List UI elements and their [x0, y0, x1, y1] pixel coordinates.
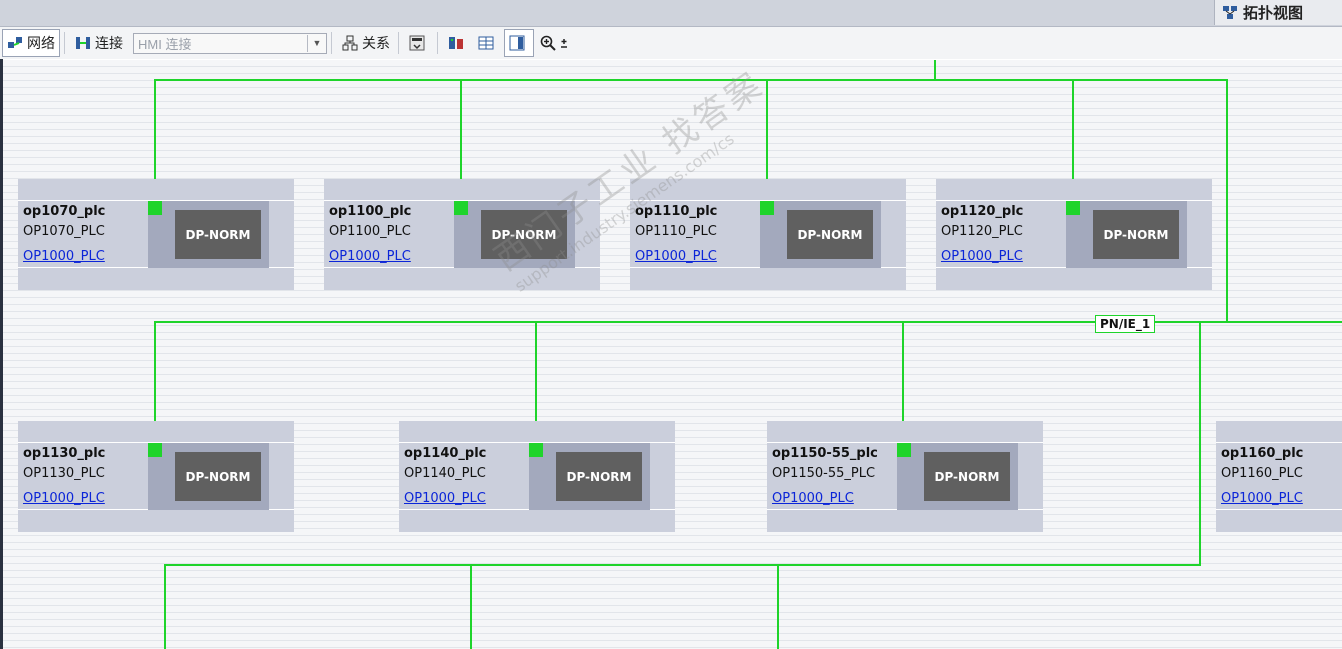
toolbar-separator: [331, 32, 332, 54]
device-layout-button[interactable]: [444, 30, 472, 56]
zoom-dropdown-icon[interactable]: [560, 35, 568, 51]
card-divider: [1216, 509, 1342, 510]
overview-panel-button[interactable]: [504, 29, 534, 57]
dp-norm-label: DP-NORM: [556, 452, 642, 501]
connection-icon: [75, 35, 91, 51]
interface-module[interactable]: DP-NORM: [529, 443, 650, 510]
interface-module[interactable]: DP-NORM: [897, 443, 1018, 510]
network-line: [1199, 321, 1201, 566]
connection-button[interactable]: 连接: [71, 30, 127, 56]
device-name: op1120_plc: [941, 204, 1024, 219]
dp-norm-label: DP-NORM: [924, 452, 1010, 501]
device-name: op1070_plc: [23, 204, 106, 219]
dp-norm-label: DP-NORM: [175, 210, 261, 259]
relation-button[interactable]: 关系: [338, 30, 394, 56]
connection-label: 连接: [95, 35, 123, 51]
toolbar-separator: [398, 32, 399, 54]
device-card[interactable]: op1110_plc OP1110_PLC OP1000_PLC DP-NORM: [630, 179, 906, 290]
network-line: [154, 79, 1228, 81]
device-master-link[interactable]: OP1000_PLC: [23, 249, 105, 264]
network-line: [164, 564, 166, 649]
device-master-link[interactable]: OP1000_PLC: [23, 491, 105, 506]
relation-icon: [342, 35, 358, 51]
dp-norm-label: DP-NORM: [1093, 210, 1179, 259]
profinet-port[interactable]: [148, 201, 162, 215]
relation-label: 关系: [362, 35, 390, 51]
dp-norm-label: DP-NORM: [175, 452, 261, 501]
topology-view-tab[interactable]: 拓扑视图: [1214, 0, 1342, 25]
connection-type-select[interactable]: HMI 连接 ▼: [133, 32, 327, 54]
device-card[interactable]: op1150-55_plc OP1150-55_PLC OP1000_PLC D…: [767, 421, 1043, 532]
interface-module[interactable]: DP-NORM: [454, 201, 575, 268]
device-name: op1100_plc: [329, 204, 412, 219]
profinet-port[interactable]: [897, 443, 911, 457]
device-type: OP1130_PLC: [23, 466, 105, 481]
device-card[interactable]: op1140_plc OP1140_PLC OP1000_PLC DP-NORM: [399, 421, 675, 532]
profinet-port[interactable]: [148, 443, 162, 457]
device-master-link[interactable]: OP1000_PLC: [329, 249, 411, 264]
device-name: op1110_plc: [635, 204, 718, 219]
device-card[interactable]: op1120_plc OP1120_PLC OP1000_PLC DP-NORM: [936, 179, 1212, 290]
device-card[interactable]: op1160_plc OP1160_PLC OP1000_PLC: [1216, 421, 1342, 532]
device-type: OP1070_PLC: [23, 224, 105, 239]
network-line: [154, 321, 1342, 323]
table-view-button[interactable]: [474, 30, 502, 56]
device-card[interactable]: op1070_plc OP1070_PLC OP1000_PLC DP-NORM: [18, 179, 294, 290]
device-type: OP1120_PLC: [941, 224, 1023, 239]
zoom-button[interactable]: [536, 30, 576, 56]
network-icon: [7, 35, 23, 51]
show-names-button[interactable]: [405, 30, 433, 56]
interface-module[interactable]: DP-NORM: [760, 201, 881, 268]
device-master-link[interactable]: OP1000_PLC: [404, 491, 486, 506]
device-type: OP1110_PLC: [635, 224, 717, 239]
view-tab-label: 拓扑视图: [1243, 4, 1304, 22]
zoom-in-icon: [540, 35, 556, 51]
profinet-port[interactable]: [760, 201, 774, 215]
device-master-link[interactable]: OP1000_PLC: [941, 249, 1023, 264]
device-name: op1160_plc: [1221, 446, 1304, 461]
connection-type-value: HMI 连接: [138, 36, 192, 52]
device-card[interactable]: op1130_plc OP1130_PLC OP1000_PLC DP-NORM: [18, 421, 294, 532]
device-name: op1130_plc: [23, 446, 106, 461]
profinet-port[interactable]: [454, 201, 468, 215]
toolbar: 网络 连接 HMI 连接 ▼ 关系: [0, 27, 1342, 59]
network-line: [934, 60, 936, 80]
dp-norm-label: DP-NORM: [787, 210, 873, 259]
dp-norm-label: DP-NORM: [481, 210, 567, 259]
device-type: OP1100_PLC: [329, 224, 411, 239]
device-card[interactable]: op1100_plc OP1100_PLC OP1000_PLC DP-NORM: [324, 179, 600, 290]
device-master-link[interactable]: OP1000_PLC: [772, 491, 854, 506]
device-master-link[interactable]: OP1000_PLC: [1221, 491, 1303, 506]
network-line: [1226, 79, 1228, 323]
subnet-label[interactable]: PN/IE_1: [1095, 315, 1156, 333]
network-line: [777, 564, 779, 649]
interface-module[interactable]: DP-NORM: [148, 201, 269, 268]
device-master-link[interactable]: OP1000_PLC: [635, 249, 717, 264]
chevron-down-icon[interactable]: ▼: [307, 34, 326, 52]
interface-module[interactable]: DP-NORM: [148, 443, 269, 510]
device-name: op1140_plc: [404, 446, 487, 461]
topology-view-icon: [1223, 5, 1237, 20]
network-line: [164, 564, 1201, 566]
network-label: 网络: [27, 35, 55, 51]
panel-icon: [509, 35, 525, 51]
device-type: OP1140_PLC: [404, 466, 486, 481]
table-icon: [478, 35, 494, 51]
toolbar-separator: [64, 32, 65, 54]
profinet-port[interactable]: [1066, 201, 1080, 215]
profinet-port[interactable]: [529, 443, 543, 457]
card-divider: [1216, 442, 1342, 443]
device-type: OP1160_PLC: [1221, 466, 1303, 481]
device-name: op1150-55_plc: [772, 446, 878, 461]
topology-canvas[interactable]: PN/IE_1 op1070_plc OP1070_PLC OP1000_PLC…: [3, 60, 1342, 649]
devices-icon: [448, 35, 464, 51]
network-button[interactable]: 网络: [2, 29, 60, 57]
title-bar: [0, 0, 1342, 27]
device-type: OP1150-55_PLC: [772, 466, 876, 481]
interface-module[interactable]: DP-NORM: [1066, 201, 1187, 268]
network-line: [470, 564, 472, 649]
name-tag-icon: [409, 35, 425, 51]
toolbar-separator: [437, 32, 438, 54]
